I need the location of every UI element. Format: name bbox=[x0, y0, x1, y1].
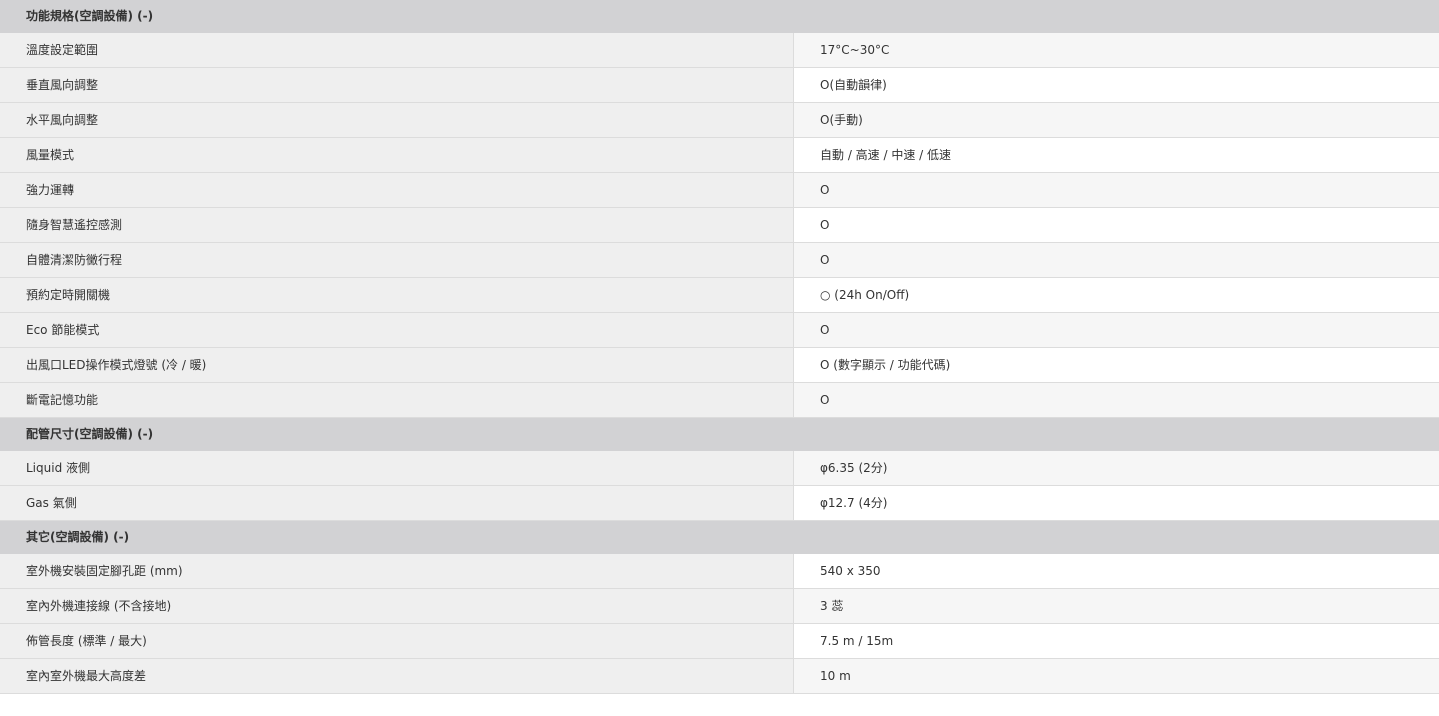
spec-label: 自體清潔防黴行程 bbox=[0, 243, 794, 277]
section-title: 配管尺寸(空調設備) (-) bbox=[26, 427, 154, 441]
table-row: 自體清潔防黴行程 O bbox=[0, 243, 1439, 278]
table-row: 佈管長度 (標準 / 最大) 7.5 m / 15m bbox=[0, 624, 1439, 659]
spec-label: 出風口LED操作模式燈號 (冷 / 暖) bbox=[0, 348, 794, 382]
spec-value: 17°C~30°C bbox=[794, 33, 1439, 67]
spec-value: O(自動韻律) bbox=[794, 68, 1439, 102]
spec-label: Liquid 液側 bbox=[0, 451, 794, 485]
table-row: 隨身智慧遙控感測 O bbox=[0, 208, 1439, 243]
table-row: Gas 氣側 φ12.7 (4分) bbox=[0, 486, 1439, 521]
table-row: 室外機安裝固定腳孔距 (mm) 540 x 350 bbox=[0, 554, 1439, 589]
spec-label: 隨身智慧遙控感測 bbox=[0, 208, 794, 242]
spec-value: O(手動) bbox=[794, 103, 1439, 137]
table-row: 強力運轉 O bbox=[0, 173, 1439, 208]
spec-label: 風量模式 bbox=[0, 138, 794, 172]
section-header-function-spec[interactable]: 功能規格(空調設備) (-) bbox=[0, 0, 1439, 33]
table-row: 風量模式 自動 / 高速 / 中速 / 低速 bbox=[0, 138, 1439, 173]
spec-label: 佈管長度 (標準 / 最大) bbox=[0, 624, 794, 658]
table-row: 出風口LED操作模式燈號 (冷 / 暖) O (數字顯示 / 功能代碼) bbox=[0, 348, 1439, 383]
spec-value: φ12.7 (4分) bbox=[794, 486, 1439, 520]
spec-label: 室外機安裝固定腳孔距 (mm) bbox=[0, 554, 794, 588]
spec-label: 室內外機連接線 (不含接地) bbox=[0, 589, 794, 623]
table-row: 垂直風向調整 O(自動韻律) bbox=[0, 68, 1439, 103]
spec-label: Gas 氣側 bbox=[0, 486, 794, 520]
spec-label: 垂直風向調整 bbox=[0, 68, 794, 102]
table-row: Liquid 液側 φ6.35 (2分) bbox=[0, 451, 1439, 486]
section-title: 其它(空調設備) (-) bbox=[26, 530, 130, 544]
spec-label: Eco 節能模式 bbox=[0, 313, 794, 347]
table-row: 室內外機連接線 (不含接地) 3 蕊 bbox=[0, 589, 1439, 624]
spec-label: 室內室外機最大高度差 bbox=[0, 659, 794, 693]
spec-value: 10 m bbox=[794, 659, 1439, 693]
spec-value: 3 蕊 bbox=[794, 589, 1439, 623]
spec-label: 水平風向調整 bbox=[0, 103, 794, 137]
spec-value: 7.5 m / 15m bbox=[794, 624, 1439, 658]
spec-label: 溫度設定範圍 bbox=[0, 33, 794, 67]
spec-value: O bbox=[794, 383, 1439, 417]
section-header-piping-size[interactable]: 配管尺寸(空調設備) (-) bbox=[0, 418, 1439, 451]
spec-value: O bbox=[794, 208, 1439, 242]
spec-value: O bbox=[794, 243, 1439, 277]
table-row: 室內室外機最大高度差 10 m bbox=[0, 659, 1439, 694]
spec-label: 預約定時開關機 bbox=[0, 278, 794, 312]
table-row: Eco 節能模式 O bbox=[0, 313, 1439, 348]
section-title: 功能規格(空調設備) (-) bbox=[26, 9, 154, 23]
spec-value: 540 x 350 bbox=[794, 554, 1439, 588]
table-row: 斷電記憶功能 O bbox=[0, 383, 1439, 418]
table-row: 水平風向調整 O(手動) bbox=[0, 103, 1439, 138]
spec-value: φ6.35 (2分) bbox=[794, 451, 1439, 485]
spec-value: O (數字顯示 / 功能代碼) bbox=[794, 348, 1439, 382]
section-header-others[interactable]: 其它(空調設備) (-) bbox=[0, 521, 1439, 554]
spec-value: O bbox=[794, 313, 1439, 347]
spec-label: 斷電記憶功能 bbox=[0, 383, 794, 417]
table-row: 溫度設定範圍 17°C~30°C bbox=[0, 33, 1439, 68]
spec-value: O bbox=[794, 173, 1439, 207]
spec-value: 自動 / 高速 / 中速 / 低速 bbox=[794, 138, 1439, 172]
spec-value: ○ (24h On/Off) bbox=[794, 278, 1439, 312]
table-row: 預約定時開關機 ○ (24h On/Off) bbox=[0, 278, 1439, 313]
spec-label: 強力運轉 bbox=[0, 173, 794, 207]
spec-table: 功能規格(空調設備) (-) 溫度設定範圍 17°C~30°C 垂直風向調整 O… bbox=[0, 0, 1439, 694]
